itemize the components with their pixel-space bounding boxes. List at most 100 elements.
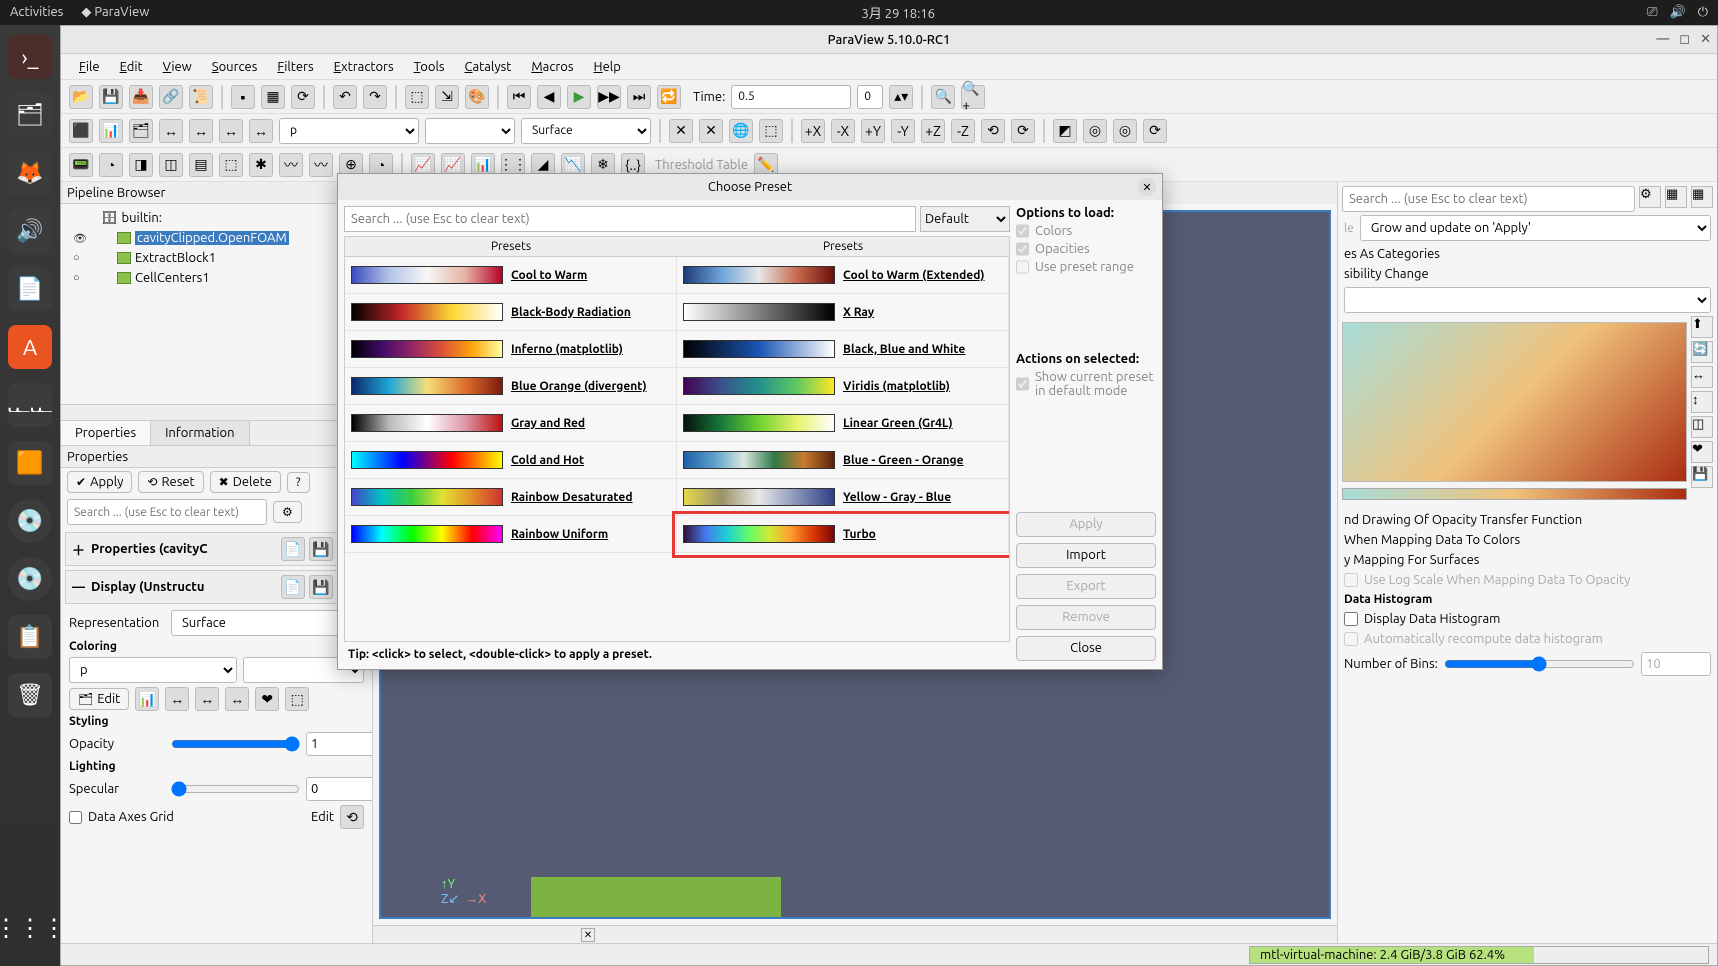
- menu-sources[interactable]: Sources: [204, 57, 266, 77]
- section-display[interactable]: —Display (Unstructu 📄💾⟲: [65, 570, 368, 604]
- play-icon[interactable]: ▶: [567, 85, 591, 109]
- zoom-data-icon[interactable]: 🔍: [931, 85, 955, 109]
- pipeline-builtin[interactable]: builtin:: [122, 211, 162, 225]
- menu-catalyst[interactable]: Catalyst: [457, 57, 520, 77]
- launcher-writer[interactable]: 📄: [8, 267, 52, 311]
- sec-copy-icon[interactable]: 📄: [281, 537, 305, 561]
- preset-search-input[interactable]: [344, 206, 916, 232]
- preset-blue-orange[interactable]: Blue Orange (divergent): [345, 368, 677, 405]
- cam-icon[interactable]: ✕: [669, 119, 693, 143]
- zoom-fit-icon[interactable]: 🔍+: [961, 85, 985, 109]
- window-maximize[interactable]: ◻: [1679, 32, 1690, 47]
- pipeline-item-2[interactable]: CellCenters1: [135, 271, 210, 285]
- loop-icon[interactable]: 🔁: [657, 85, 681, 109]
- preset-filter-select[interactable]: Default: [920, 206, 1010, 232]
- section-properties[interactable]: ＋Properties (cavityC 📄💾⟲: [65, 532, 368, 566]
- preset-cold-hot[interactable]: Cold and Hot: [345, 442, 677, 479]
- multi-box-icon[interactable]: ▦: [261, 85, 285, 109]
- rescale-icon[interactable]: ↔: [159, 119, 183, 143]
- zoom-box-icon[interactable]: ⬚: [759, 119, 783, 143]
- preset-close-button[interactable]: Close: [1016, 636, 1156, 661]
- network-icon[interactable]: ⎚: [1647, 5, 1657, 20]
- data-axes-check[interactable]: [69, 811, 82, 824]
- first-frame-icon[interactable]: ⏮: [507, 85, 531, 109]
- edit-colormap-button[interactable]: 🗂 Edit: [69, 688, 129, 710]
- menu-filters[interactable]: Filters: [269, 57, 321, 77]
- preset-apply-button[interactable]: Apply: [1016, 512, 1156, 537]
- rescale4-icon[interactable]: ↔: [249, 119, 273, 143]
- disp-hist-check[interactable]: [1344, 612, 1358, 626]
- extract-icon[interactable]: ⬚: [405, 85, 429, 109]
- box-icon[interactable]: ▪: [231, 85, 255, 109]
- menu-edit[interactable]: Edit: [112, 57, 151, 77]
- palette-icon[interactable]: 🎨: [465, 85, 489, 109]
- script-icon[interactable]: 📜: [189, 85, 213, 109]
- side-icon4[interactable]: ↕: [1691, 391, 1713, 413]
- launcher-disk1[interactable]: 💿: [8, 499, 52, 543]
- toggle1-icon[interactable]: ◩: [1053, 119, 1077, 143]
- delete-button[interactable]: ✖ Delete: [210, 471, 281, 493]
- preset-black-body[interactable]: Black-Body Radiation: [345, 294, 677, 331]
- rescale3-icon[interactable]: ↔: [219, 119, 243, 143]
- cam2-icon[interactable]: ✕: [699, 119, 723, 143]
- cmap-sq2-icon[interactable]: ▦: [1691, 186, 1713, 208]
- preset-inferno[interactable]: Inferno (matplotlib): [345, 331, 677, 368]
- toggle2-icon[interactable]: ◎: [1083, 119, 1107, 143]
- cmap-icon2[interactable]: ↔: [165, 687, 189, 711]
- launcher-paraview[interactable]: ᎘᎘: [8, 383, 52, 427]
- sec2-save-icon[interactable]: 💾: [309, 575, 333, 599]
- minusz-icon[interactable]: -Z: [951, 119, 975, 143]
- preset-xray[interactable]: X Ray: [677, 294, 1009, 331]
- calculator-icon[interactable]: 📟: [69, 153, 93, 177]
- launcher-sublime[interactable]: 🟧: [8, 441, 52, 485]
- tab-information[interactable]: Information: [151, 421, 249, 445]
- pipeline-tree[interactable]: 🗄builtin: 👁cavityClipped.OpenFOAM ○Extra…: [61, 204, 372, 404]
- slice-icon[interactable]: ◫: [159, 153, 183, 177]
- preset-rainbow-uniform[interactable]: Rainbow Uniform: [345, 516, 677, 553]
- contour-icon[interactable]: ◔: [99, 153, 123, 177]
- launcher-showapps[interactable]: ⋮⋮⋮: [8, 906, 52, 950]
- grow-select[interactable]: Grow and update on 'Apply': [1360, 215, 1711, 241]
- last-frame-icon[interactable]: ⏭: [627, 85, 651, 109]
- side-icon6[interactable]: ❤: [1691, 441, 1713, 463]
- preset-gray-red[interactable]: Gray and Red: [345, 405, 677, 442]
- side-icon2[interactable]: 🔄: [1691, 341, 1713, 363]
- minusx-icon[interactable]: -X: [831, 119, 855, 143]
- color-bar[interactable]: [1342, 488, 1687, 500]
- globe-icon[interactable]: 🌐: [729, 119, 753, 143]
- opacity-value[interactable]: [306, 732, 372, 756]
- launcher-files[interactable]: 🗂: [8, 93, 52, 137]
- edit-color-icon[interactable]: 🗂: [129, 119, 153, 143]
- window-close[interactable]: ✕: [1700, 32, 1711, 47]
- preset-linear-green[interactable]: Linear Green (Gr4L): [677, 405, 1009, 442]
- menu-extractors[interactable]: Extractors: [326, 57, 402, 77]
- plusz-icon[interactable]: +Z: [921, 119, 945, 143]
- cmap-search[interactable]: [1342, 186, 1635, 212]
- menu-file[interactable]: File: [71, 57, 108, 77]
- component-selector[interactable]: [425, 118, 515, 144]
- rescale2-icon[interactable]: ↔: [189, 119, 213, 143]
- launcher-trash[interactable]: 🗑: [8, 673, 52, 717]
- cmap-gear-icon[interactable]: ⚙: [1639, 186, 1661, 208]
- preset-viridis[interactable]: Viridis (matplotlib): [677, 368, 1009, 405]
- clip-icon[interactable]: ◨: [129, 153, 153, 177]
- bins-slider[interactable]: [1444, 656, 1635, 672]
- stream-icon[interactable]: 〰: [279, 153, 303, 177]
- preset-cool-to-warm-extended[interactable]: Cool to Warm (Extended): [677, 257, 1009, 294]
- preset-turbo[interactable]: Turbo: [677, 516, 1009, 553]
- properties-search[interactable]: [67, 499, 267, 525]
- activities-button[interactable]: Activities: [10, 5, 63, 20]
- layout-close-icon[interactable]: ✕: [581, 928, 595, 942]
- window-minimize[interactable]: —: [1656, 32, 1669, 47]
- rotm90-icon[interactable]: ⟳: [1011, 119, 1035, 143]
- menu-help[interactable]: Help: [586, 57, 629, 77]
- apply-button[interactable]: ✔ Apply: [67, 471, 132, 493]
- extract-s-icon[interactable]: ⬚: [219, 153, 243, 177]
- pipeline-item-0[interactable]: cavityClipped.OpenFOAM: [135, 231, 289, 245]
- preset-remove-button[interactable]: Remove: [1016, 605, 1156, 630]
- cmap-icon1[interactable]: 📊: [135, 687, 159, 711]
- side-icon7[interactable]: 💾: [1691, 466, 1713, 488]
- pipeline-hscroll[interactable]: [61, 404, 372, 420]
- connect-icon[interactable]: 🔗: [159, 85, 183, 109]
- launcher-terminal[interactable]: ›_: [8, 35, 52, 79]
